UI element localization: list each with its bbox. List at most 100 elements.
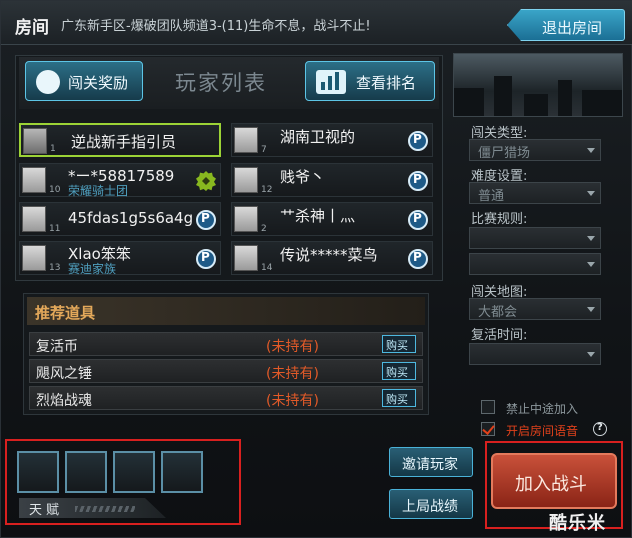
invite-players-button[interactable]: 邀请玩家 [389,447,473,477]
item-name: 烈焰战魂 [36,393,92,409]
player-avatar [22,206,46,232]
invite-players-label: 邀请玩家 [402,457,458,473]
difficulty-select[interactable]: 普通 [469,182,601,204]
stage-type-value: 僵尸猎场 [478,146,531,161]
player-p-icon: P [196,210,216,230]
player-list-title: 玩家列表 [175,71,267,95]
player-slot[interactable]: 1 逆战新手指引员 [19,123,221,157]
talent-slot[interactable] [65,451,107,493]
view-ranking-button[interactable]: 查看排名 [305,61,435,101]
exit-room-label: 退出房间 [542,19,603,37]
rules-select-2[interactable] [469,253,601,275]
channel-name: 广东新手区-爆破团队频道3-(11)生命不息，战斗不止! [61,19,371,34]
player-avatar [234,127,258,153]
player-badge-text: P [413,132,422,146]
buy-label: 购买 [386,393,408,406]
map-value: 大都会 [478,305,518,320]
buy-button[interactable]: 购买 [382,389,416,407]
slot-number: 14 [261,263,273,273]
item-row: 飓风之锤 (未持有) 购买 [29,359,423,383]
room-voice-checkbox[interactable] [481,422,495,436]
player-name: 湖南卫视的 [280,128,356,146]
respawn-time-label: 复活时间: [471,328,528,343]
item-status: (未持有) [266,393,319,409]
item-row: 烈焰战魂 (未持有) 购买 [29,386,423,410]
difficulty-value: 普通 [478,189,505,204]
player-p-icon: P [408,131,428,151]
talent-slot[interactable] [113,451,155,493]
player-badge-text: P [413,250,422,264]
buy-label: 购买 [386,366,408,379]
slot-number: 7 [261,145,267,155]
chevron-down-icon [587,148,595,153]
player-name: 传说*****菜鸟 [280,246,378,264]
stage-type-select[interactable]: 僵尸猎场 [469,139,601,161]
last-match-stats-button[interactable]: 上局战绩 [389,489,473,519]
slot-number: 1 [50,144,56,154]
respawn-time-select[interactable] [469,343,601,365]
player-avatar [22,245,46,271]
player-badge-text: P [201,250,210,264]
player-name: 贱爷丶 [280,168,326,186]
slot-number: 10 [49,185,61,195]
chevron-down-icon [587,352,595,357]
player-slot[interactable]: 7 湖南卫视的 P [231,123,433,157]
player-slot[interactable]: 2 艹杀神丨灬 P [231,202,433,236]
room-window: 房间 广东新手区-爆破团队频道3-(11)生命不息，战斗不止! 退出房间 闯关奖… [0,0,632,538]
rules-select-1[interactable] [469,227,601,249]
room-voice-label: 开启房间语音 [506,424,579,438]
buy-button[interactable]: 购买 [382,335,416,353]
stage-reward-label: 闯关奖励 [68,74,129,92]
player-name: 艹杀神丨灬 [280,207,356,225]
join-battle-label: 加入战斗 [515,474,587,495]
chevron-down-icon [587,191,595,196]
medal-icon [36,70,60,94]
talent-slot[interactable] [17,451,59,493]
player-p-icon: P [408,210,428,230]
last-match-stats-label: 上局战绩 [402,499,458,515]
slot-number: 13 [49,263,61,273]
map-select[interactable]: 大都会 [469,298,601,320]
player-slot[interactable]: 10 *ー*58817589 荣耀骑士团 [19,163,221,198]
slot-number: 12 [261,185,273,195]
talent-label: 天赋 [29,503,64,518]
slot-number: 11 [49,224,61,234]
player-p-icon: P [408,249,428,269]
player-avatar [22,167,46,193]
player-badge-text: P [413,172,422,186]
talent-stripes [75,506,135,512]
slot-number: 2 [261,224,267,234]
player-p-icon: P [408,171,428,191]
player-slot[interactable]: 14 传说*****菜鸟 P [231,241,433,275]
map-preview-image [453,53,623,117]
player-clan: 赛迪家族 [68,262,117,276]
item-name: 飓风之锤 [36,366,92,382]
player-badge-text: P [201,211,210,225]
clan-emblem-icon [196,171,216,191]
rules-label: 比赛规则: [471,212,528,227]
player-avatar [23,128,47,154]
room-title: 房间 [15,18,49,38]
player-avatar [234,206,258,232]
no-midway-join-checkbox[interactable] [481,400,495,414]
bar-chart-icon [316,70,346,94]
view-ranking-label: 查看排名 [356,74,417,92]
item-status: (未持有) [266,366,319,382]
exit-room-button[interactable]: 退出房间 [507,9,625,41]
player-avatar [234,167,258,193]
player-slot[interactable]: 12 贱爷丶 P [231,163,433,197]
recommended-items-title: 推荐道具 [35,304,96,322]
chevron-down-icon [587,307,595,312]
player-slot[interactable]: 13 Xlao笨笨 赛迪家族 P [19,241,221,276]
player-slot[interactable]: 11 45fdas1g5s6a4g P [19,202,221,236]
join-battle-button[interactable]: 加入战斗 [491,453,617,509]
talent-slot[interactable] [161,451,203,493]
help-icon[interactable]: ? [593,422,607,436]
chevron-down-icon [587,262,595,267]
buy-button[interactable]: 购买 [382,362,416,380]
no-midway-join-label: 禁止中途加入 [506,402,579,416]
item-status: (未持有) [266,339,319,355]
player-badge-text: P [413,211,422,225]
stage-reward-button[interactable]: 闯关奖励 [25,61,143,101]
player-p-icon: P [196,249,216,269]
